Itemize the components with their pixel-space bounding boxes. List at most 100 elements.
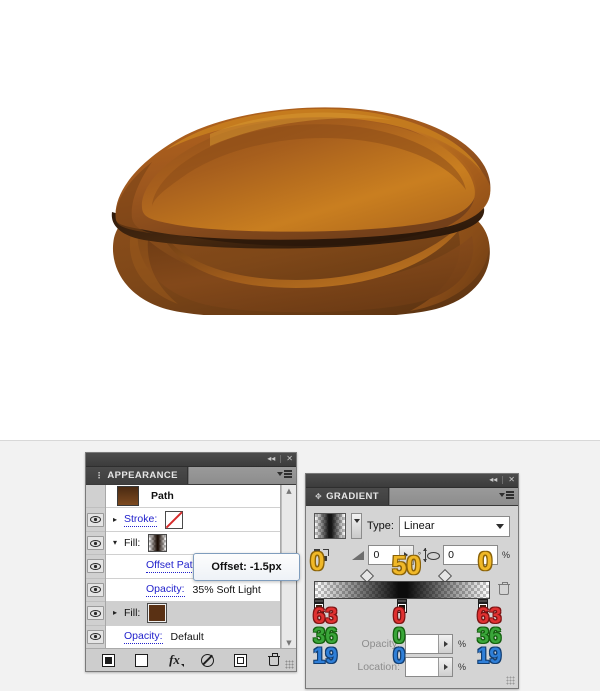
duplicate-item-button[interactable] [224, 649, 257, 671]
visibility-cell[interactable] [86, 602, 105, 626]
gradient-body: Type: Linear 0 ° 0 % Opacity: % Location… [306, 506, 518, 688]
gradient-stop-fields: Opacity: % Location: % [306, 632, 518, 678]
eye-icon[interactable] [87, 536, 104, 551]
opacity-dropdown-button[interactable] [438, 634, 452, 653]
offset-tooltip-label: Offset: -1.5px [211, 561, 282, 573]
reverse-gradient-icon[interactable] [314, 548, 330, 562]
opacity-value: 35% Soft Light [192, 583, 261, 596]
clear-appearance-button[interactable] [191, 649, 224, 671]
gradient-opacity-label: Opacity: [361, 637, 400, 650]
gradient-type-select[interactable]: Linear [398, 515, 510, 537]
gradient-type-label: Type: [367, 520, 394, 532]
delete-stop-icon[interactable] [498, 582, 510, 596]
appearance-item-path-label: Path [151, 490, 174, 503]
duplicate-icon [234, 653, 247, 667]
degree-unit: ° [417, 550, 422, 560]
gradient-angle-row: 0 ° 0 % [306, 539, 518, 565]
chevron-down-icon [496, 523, 504, 529]
tab-appearance[interactable]: ⋮ APPEARANCE [86, 467, 188, 484]
appearance-item-path[interactable]: Path [106, 485, 280, 509]
percent-unit: % [458, 661, 467, 672]
gutter-header-cell [86, 485, 105, 509]
add-new-fill-button[interactable] [125, 649, 158, 671]
gradient-stop-right[interactable] [478, 599, 488, 613]
appearance-row-fill-solid[interactable]: ▸ Fill: [106, 602, 280, 626]
gradient-opacity-row: Opacity: % [314, 632, 510, 655]
close-icon[interactable]: ✕ [286, 454, 293, 464]
gradient-ramp-bar[interactable] [314, 581, 490, 599]
opacity-label[interactable]: Opacity: [146, 583, 185, 597]
opacity-label[interactable]: Opacity: [124, 630, 163, 644]
gradient-stop-middle[interactable] [397, 599, 407, 613]
gradient-tabrow: ✥ GRADIENT [306, 488, 518, 506]
visibility-cell[interactable] [86, 532, 105, 556]
panel-menu-icon[interactable] [499, 491, 514, 499]
appearance-titlebar: ◂◂ ✕ [86, 453, 296, 467]
gradient-preset-dropdown[interactable] [351, 513, 362, 539]
gradient-stop-left[interactable] [314, 599, 324, 613]
appearance-row-opacity-default[interactable]: Opacity: Default [106, 626, 280, 649]
brown-swatch[interactable] [147, 603, 168, 624]
visibility-cell[interactable] [86, 508, 105, 532]
add-new-stroke-button[interactable] [92, 649, 125, 671]
eye-icon[interactable] [87, 606, 104, 621]
tab-gradient[interactable]: ✥ GRADIENT [306, 488, 389, 505]
eye-icon[interactable] [87, 629, 104, 644]
empty-square-icon [135, 653, 148, 667]
visibility-cell[interactable] [86, 579, 105, 603]
twirl-expanded-icon[interactable]: ▾ [113, 539, 124, 547]
gradient-angle-value: 0 [373, 549, 380, 561]
collapse-icon[interactable]: ◂◂ [489, 475, 497, 485]
gradient-location-label: Location: [357, 660, 400, 673]
chevron-down-icon [277, 471, 283, 476]
fx-icon: fx [169, 652, 184, 667]
panel-menu-icon[interactable] [277, 470, 292, 478]
gradient-opacity-field[interactable] [405, 633, 453, 654]
percent-unit: % [458, 638, 467, 649]
location-dropdown-button[interactable] [438, 657, 452, 676]
tab-gradient-label: GRADIENT [326, 491, 379, 502]
gradient-titlebar: ◂◂ ✕ [306, 474, 518, 488]
resize-grip[interactable] [285, 660, 294, 669]
gradient-preview-swatch[interactable] [314, 513, 346, 539]
gradient-aspect-field[interactable]: 0 [443, 545, 498, 565]
gradient-swatch[interactable] [148, 534, 168, 553]
eye-icon[interactable] [87, 512, 104, 527]
divider [280, 455, 282, 463]
resize-grip[interactable] [506, 676, 515, 685]
appearance-row-opacity-softlight[interactable]: Opacity: 35% Soft Light [106, 579, 280, 603]
fill-label: Fill: [124, 537, 141, 550]
scroll-up-icon[interactable]: ▲ [282, 485, 296, 497]
fill-label: Fill: [124, 607, 141, 620]
eye-icon[interactable] [87, 582, 104, 597]
add-new-effect-button[interactable]: fx [158, 649, 191, 671]
twirl-collapsed-icon[interactable]: ▸ [113, 515, 124, 524]
none-swatch[interactable] [165, 510, 184, 529]
twirl-collapsed-icon[interactable]: ▸ [113, 609, 124, 617]
gradient-location-field[interactable] [405, 656, 453, 677]
gradient-slider[interactable] [314, 568, 510, 614]
filled-square-icon [102, 653, 115, 667]
offset-path-label[interactable]: Offset Path [146, 559, 199, 574]
collapse-icon[interactable]: ◂◂ [267, 454, 275, 464]
visibility-cell[interactable] [86, 555, 105, 579]
menu-lines-icon [284, 470, 292, 478]
gradient-panel: ◂◂ ✕ ✥ GRADIENT Type: Linear 0 ° 0 % Opa… [305, 473, 519, 689]
opacity-value: Default [170, 630, 204, 643]
gradient-angle-field[interactable]: 0 [368, 545, 414, 565]
appearance-row-fill-gradient[interactable]: ▾ Fill: [106, 532, 280, 556]
nut-illustration [111, 107, 491, 315]
tab-appearance-label: APPEARANCE [107, 470, 178, 481]
grip-icon: ✥ [315, 492, 323, 501]
visibility-cell[interactable] [86, 626, 105, 649]
close-icon[interactable]: ✕ [508, 475, 515, 485]
eye-icon[interactable] [87, 559, 104, 574]
stroke-label[interactable]: Stroke: [124, 513, 158, 527]
menu-lines-icon [506, 491, 514, 499]
screenshot-root: ◂◂ ✕ ⋮ APPEARANCE Path ▸ Stroke: ▾ Fill:… [0, 0, 600, 691]
angle-dropdown-button[interactable] [398, 546, 413, 564]
gradient-type-row: Type: Linear [306, 506, 518, 539]
visibility-gutter [86, 485, 106, 649]
grip-icon: ⋮ [95, 471, 104, 480]
appearance-row-stroke[interactable]: ▸ Stroke: [106, 508, 280, 532]
